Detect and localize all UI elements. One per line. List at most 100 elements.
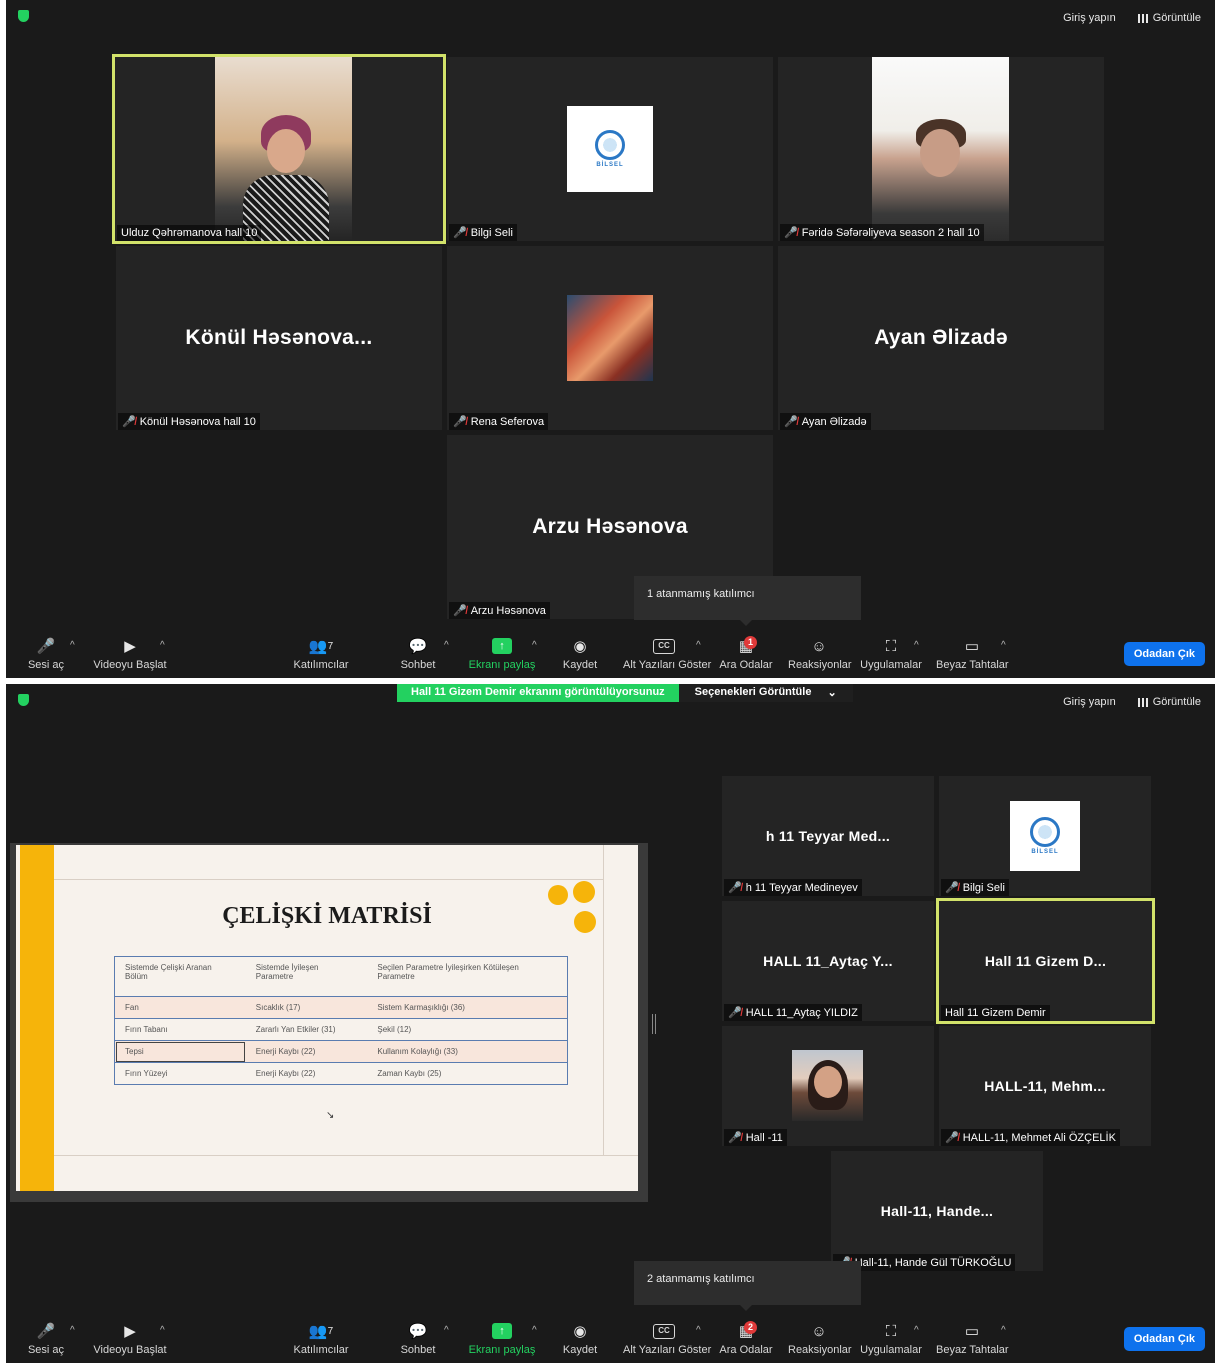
breakout-rooms-button[interactable]: ▦1Ara Odalar (718, 636, 774, 671)
share-screen-button[interactable]: ↑ Ekranı paylaş (468, 636, 536, 671)
muted-mic-icon: 🎤̸ (453, 227, 467, 239)
record-label: Kaydet (562, 659, 598, 671)
slide-divider (54, 879, 604, 880)
captions-label: Alt Yazıları Göster (623, 659, 712, 671)
audio-options-caret-icon[interactable]: ^ (70, 640, 75, 651)
reactions-button[interactable]: ☺ Reaksiyonlar (788, 636, 852, 672)
security-shield-icon[interactable] (18, 694, 29, 706)
name-label: 🎤̸ h 11 Teyyar Medineyev (724, 879, 862, 896)
video-options-caret-icon[interactable]: ^ (160, 640, 165, 651)
view-button[interactable]: Görüntüle (1134, 10, 1205, 26)
apps-button[interactable]: ⛶ Uygulamalar (860, 1321, 922, 1357)
contradiction-matrix-table: Sistemde Çelişki Aranan Bölüm Sistemde İ… (114, 956, 568, 1085)
video-tile-ulduz[interactable]: Ulduz Qəhrəmanova hall 10 (112, 54, 446, 244)
share-screen-button[interactable]: ↑ Ekranı paylaş (468, 1321, 536, 1356)
side-by-side-view-icon (1137, 697, 1148, 707)
video-tile-konul[interactable]: Könül Həsənova... 🎤̸ Könül Həsənova hall … (116, 246, 442, 430)
leave-room-button[interactable]: Odadan Çık (1123, 1327, 1205, 1351)
table-row: Tepsi Enerji Kaybı (22) Kullanım Kolaylı… (114, 1040, 568, 1063)
video-options-caret-icon[interactable]: ^ (160, 1325, 165, 1336)
meeting-window-1: Giriş yapın Görüntüle Ulduz Qəhrəmanova … (6, 0, 1215, 678)
participants-label: Katılımcılar (293, 1344, 349, 1356)
captions-options-caret-icon[interactable]: ^ (696, 640, 701, 651)
name-text: Bilgi Seli (962, 881, 1005, 894)
unmute-button[interactable]: 🎤 Sesi aç (24, 1321, 68, 1356)
record-icon: ◉ (573, 1323, 587, 1340)
chat-button[interactable]: 💬 Sohbet (398, 1321, 438, 1356)
slide-title: ÇELİŞKİ MATRİSİ (222, 903, 432, 929)
chat-options-caret-icon[interactable]: ^ (444, 640, 449, 651)
video-tile-ferida[interactable]: 🎤̸ Fəridə Səfərəliyeva season 2 hall 10 (778, 57, 1104, 241)
apps-icon: ⛶ (885, 637, 897, 655)
video-tile-rena[interactable]: 🎤̸ Rena Seferova (447, 246, 773, 430)
apps-icon: ⛶ (885, 1322, 897, 1340)
captions-button[interactable]: CC Alt Yazıları Göster (623, 1321, 711, 1356)
video-tile-bilgi[interactable]: BİLSEL 🎤̸ Bilgi Seli (447, 57, 773, 241)
whiteboard-options-caret-icon[interactable]: ^ (1001, 640, 1006, 651)
muted-mic-icon: 🎤̸ (945, 1132, 959, 1144)
unmute-button[interactable]: 🎤 Sesi aç (24, 636, 68, 671)
apps-options-caret-icon[interactable]: ^ (914, 1325, 919, 1336)
muted-mic-icon: 🎤 (36, 638, 56, 655)
chevron-down-icon: ⌄ (827, 687, 837, 699)
participants-button[interactable]: 👥 7 Katılımcılar (292, 636, 350, 671)
video-tile-gizem[interactable]: Hall 11 Gizem D... Hall 11 Gizem Demir (936, 898, 1155, 1024)
signin-button[interactable]: Giriş yapın (1059, 694, 1120, 710)
apps-options-caret-icon[interactable]: ^ (914, 640, 919, 651)
name-text: Bilgi Seli (470, 226, 513, 239)
leave-room-button[interactable]: Odadan Çık (1123, 642, 1205, 666)
breakout-label: Ara Odalar (719, 1344, 773, 1356)
signin-button[interactable]: Giriş yapın (1059, 10, 1120, 26)
participants-button[interactable]: 👥 7 Katılımcılar (292, 1321, 350, 1356)
muted-mic-icon: 🎤̸ (784, 416, 798, 428)
muted-mic-icon: 🎤̸ (784, 227, 798, 239)
view-options-button[interactable]: Seçenekleri Görüntüle ⌄ (678, 684, 853, 702)
captions-button[interactable]: CC Alt Yazıları Göster (623, 636, 712, 671)
share-options-caret-icon[interactable]: ^ (532, 640, 537, 651)
video-off-icon: ▶ (124, 638, 136, 655)
record-label: Kaydet (562, 1344, 598, 1356)
video-tile-aytac[interactable]: HALL 11_Aytaç Y... 🎤̸ HALL 11_Aytaç YILDI… (722, 901, 934, 1021)
chat-button[interactable]: 💬 Sohbet (398, 636, 438, 671)
record-button[interactable]: ◉ Kaydet (562, 636, 598, 671)
chat-options-caret-icon[interactable]: ^ (444, 1325, 449, 1336)
start-video-button[interactable]: ▶ Videoyu Başlat (92, 1321, 168, 1356)
reactions-button[interactable]: ☺ Reaksiyonlar (788, 1321, 852, 1357)
video-tile-mehmet[interactable]: HALL-11, Mehm... 🎤̸ HALL-11, Mehmet Ali Ö… (939, 1026, 1151, 1146)
name-label: Ulduz Qəhrəmanova hall 10 (117, 225, 262, 241)
split-view-drag-handle[interactable] (652, 1014, 656, 1034)
share-label: Ekranı paylaş (468, 659, 536, 671)
reactions-icon: ☺ (811, 637, 827, 655)
participants-count: 7 (327, 1325, 334, 1337)
unassigned-participants-tooltip[interactable]: 2 atanmamış katılımcı (634, 1261, 861, 1311)
table-row: Fırın Tabanı Zararlı Yan Etkiler (31) Şe… (114, 1018, 568, 1041)
security-shield-icon[interactable] (18, 10, 29, 22)
table-cell: Fırın Yüzeyi (114, 1062, 246, 1085)
apps-button[interactable]: ⛶ Uygulamalar (860, 636, 922, 672)
video-tile-hande[interactable]: Hall-11, Hande... 🎤̸Hall-11, Hande Gül T… (831, 1151, 1043, 1271)
chat-icon: 💬 (408, 638, 428, 655)
name-label: 🎤̸ Bilgi Seli (941, 879, 1009, 896)
table-cell: Zaman Kaybı (25) (367, 1062, 568, 1085)
view-button[interactable]: Görüntüle (1134, 694, 1205, 710)
meeting-toolbar: 🎤 Sesi aç ^ ▶ Videoyu Başlat ^ 👥 7 Katılımcı… (6, 1315, 1215, 1363)
video-tile-bilgi-2[interactable]: BİLSEL 🎤̸ Bilgi Seli (939, 776, 1151, 896)
whiteboard-options-caret-icon[interactable]: ^ (1001, 1325, 1006, 1336)
whiteboard-button[interactable]: ▭ Beyaz Tahtalar (936, 636, 1009, 671)
name-label: 🎤̸ Fəridə Səfərəliyeva season 2 hall 10 (780, 224, 984, 241)
video-tile-ayan[interactable]: Ayan Əlizadə 🎤̸ Ayan Əlizadə (778, 246, 1104, 430)
unassigned-participants-tooltip[interactable]: 1 atanmamış katılımcı (634, 576, 861, 626)
whiteboard-button[interactable]: ▭ Beyaz Tahtalar (936, 1321, 1009, 1356)
view-label: Görüntüle (1152, 12, 1201, 24)
table-header-row: Sistemde Çelişki Aranan Bölüm Sistemde İ… (114, 956, 568, 997)
audio-options-caret-icon[interactable]: ^ (70, 1325, 75, 1336)
video-tile-hall11[interactable]: 🎤̸ Hall -11 (722, 1026, 934, 1146)
record-button[interactable]: ◉ Kaydet (562, 1321, 598, 1356)
shared-screen-content[interactable]: ÇELİŞKİ MATRİSİ Sistemde Çelişki Aranan … (10, 843, 648, 1202)
logo-globe-icon (595, 130, 625, 160)
share-options-caret-icon[interactable]: ^ (532, 1325, 537, 1336)
video-tile-teyyar[interactable]: h 11 Teyyar Med... 🎤̸ h 11 Teyyar Mediney… (722, 776, 934, 896)
captions-options-caret-icon[interactable]: ^ (696, 1325, 701, 1336)
start-video-button[interactable]: ▶ Videoyu Başlat (92, 636, 168, 671)
breakout-rooms-button[interactable]: ▦2Ara Odalar (718, 1321, 774, 1356)
